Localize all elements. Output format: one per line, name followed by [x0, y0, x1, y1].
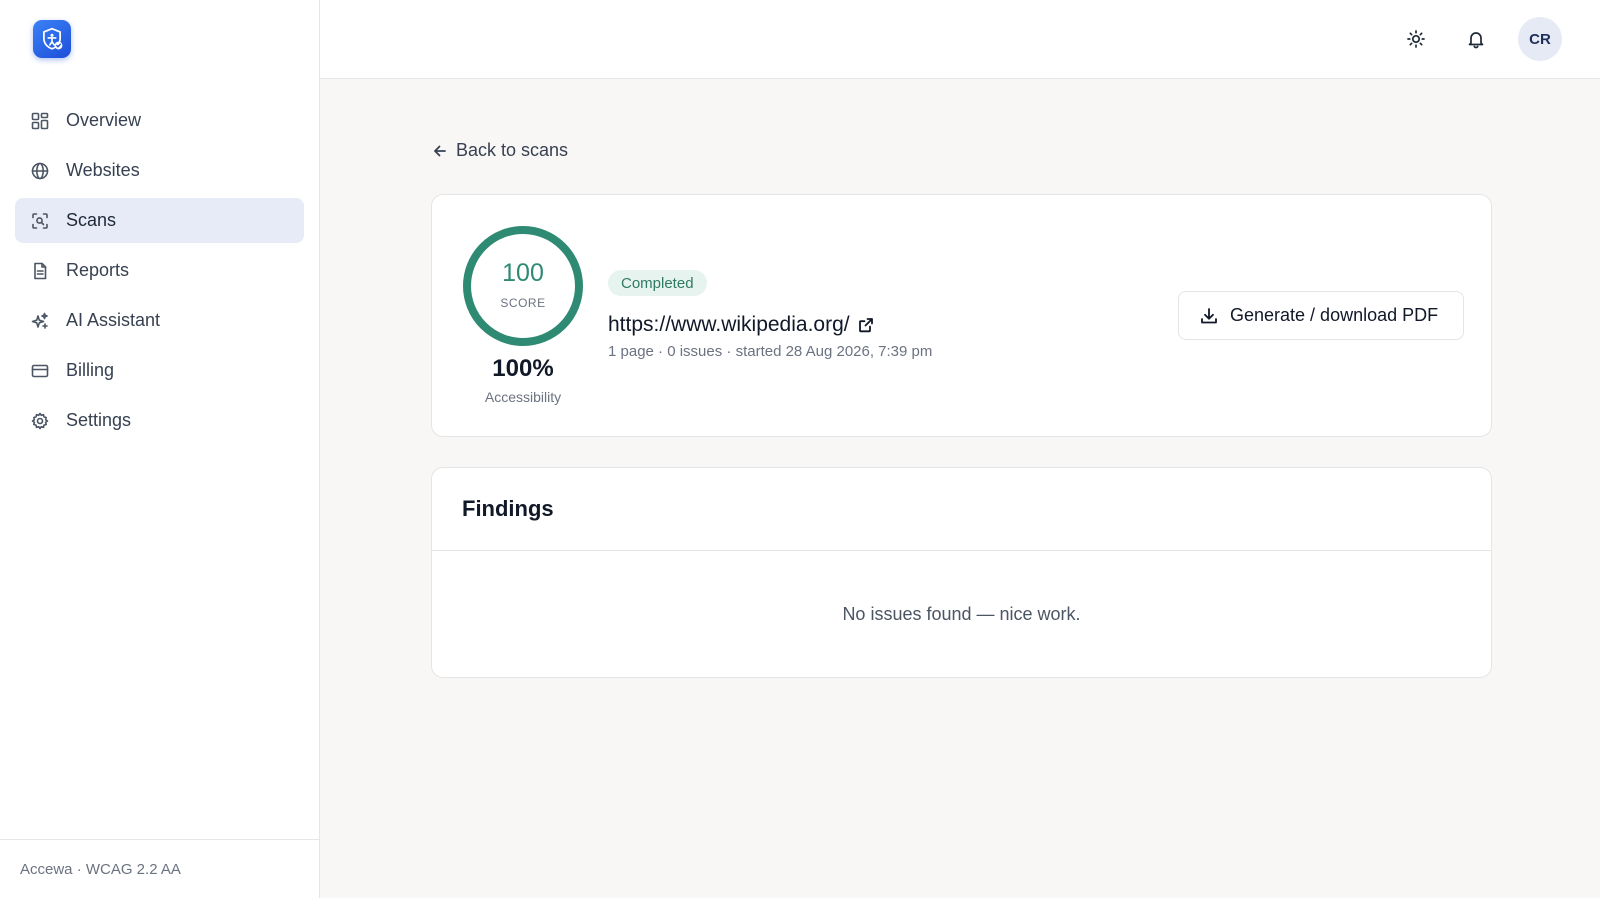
sun-icon — [1407, 30, 1425, 48]
topbar: CR — [320, 0, 1600, 79]
generate-pdf-label: Generate / download PDF — [1230, 305, 1439, 325]
site-url-link[interactable]: https://www.wikipedia.org/ — [608, 313, 875, 337]
sidebar: Overview Websites Scans Reports AI Assis… — [0, 0, 320, 898]
accessibility-label: Accessibility — [484, 389, 562, 405]
scan-summary-card: 100 SCORE 100% Accessibility Completed h… — [431, 194, 1492, 437]
sidebar-item-overview[interactable]: Overview — [15, 98, 304, 143]
site-url-text: https://www.wikipedia.org/ — [608, 313, 850, 336]
sidebar-item-label: Reports — [66, 260, 130, 280]
sidebar-item-label: Overview — [66, 110, 142, 130]
avatar[interactable]: CR — [1518, 17, 1562, 61]
scan-icon — [30, 211, 50, 231]
document-icon — [30, 261, 50, 281]
back-link-label: Back to scans — [456, 140, 569, 160]
findings-empty-message: No issues found — nice work. — [842, 604, 1081, 624]
sidebar-item-websites[interactable]: Websites — [15, 148, 304, 193]
shield-person-icon — [43, 27, 63, 50]
sidebar-item-label: Billing — [66, 360, 115, 380]
theme-toggle-button[interactable] — [1401, 24, 1431, 54]
sidebar-item-label: Scans — [66, 210, 117, 230]
sparkles-icon — [30, 311, 50, 331]
scan-meta: 1 page · 0 issues · started 28 Aug 2026,… — [608, 343, 933, 360]
gear-icon — [30, 411, 50, 431]
sidebar-item-reports[interactable]: Reports — [15, 248, 304, 293]
sidebar-item-label: Settings — [66, 410, 132, 430]
accewa-logo[interactable] — [33, 20, 71, 58]
status-badge: Completed — [608, 270, 707, 296]
sidebar-item-scans[interactable]: Scans — [15, 198, 304, 243]
credit-card-icon — [30, 361, 50, 381]
generate-pdf-button[interactable]: Generate / download PDF — [1178, 291, 1464, 340]
arrow-left-icon — [434, 145, 446, 156]
accessibility-percent: 100% — [492, 355, 554, 382]
sidebar-footer: Accewa · WCAG 2.2 AA — [0, 839, 320, 898]
external-link-icon — [858, 318, 873, 333]
score-value: 100 — [502, 259, 544, 287]
globe-icon — [30, 161, 50, 181]
findings-card: Findings No issues found — nice work. — [431, 467, 1492, 678]
back-to-scans-link[interactable]: Back to scans — [432, 140, 568, 161]
sidebar-item-billing[interactable]: Billing — [15, 348, 304, 393]
sidebar-item-label: Websites — [66, 160, 140, 180]
sidebar-nav: Overview Websites Scans Reports AI Assis… — [15, 98, 304, 448]
sidebar-item-settings[interactable]: Settings — [15, 398, 304, 443]
sidebar-item-ai-assistant[interactable]: AI Assistant — [15, 298, 304, 343]
notifications-button[interactable] — [1461, 24, 1491, 54]
download-icon — [1201, 307, 1217, 323]
sidebar-item-label: AI Assistant — [66, 310, 161, 330]
findings-title: Findings — [432, 468, 1491, 551]
bell-icon — [1468, 32, 1484, 49]
score-label: SCORE — [500, 296, 546, 310]
grid-icon — [30, 111, 50, 131]
